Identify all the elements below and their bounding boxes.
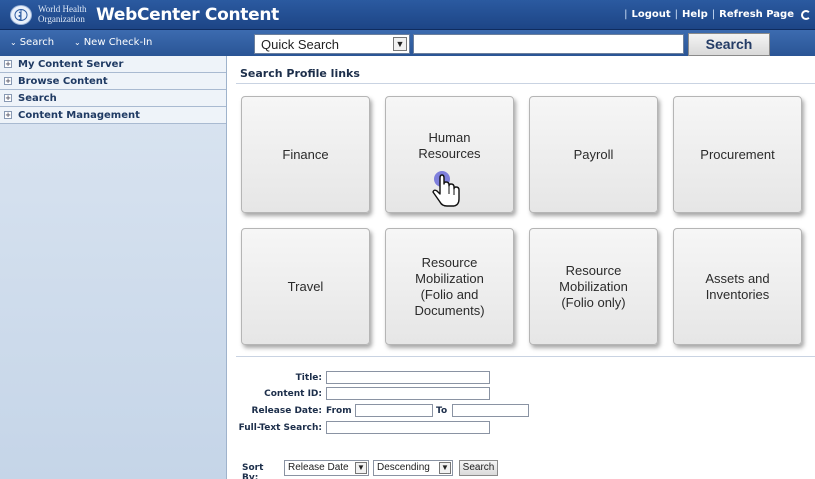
full-text-search-input[interactable] bbox=[326, 421, 490, 434]
form-search-button[interactable]: Search bbox=[459, 460, 498, 476]
title-input[interactable] bbox=[326, 371, 490, 384]
chevron-down-icon: ⌄ bbox=[74, 38, 81, 47]
tile-resource-mobilization-folio-only[interactable]: Resource Mobilization (Folio only) bbox=[529, 228, 658, 345]
search-menu-link[interactable]: ⌄ Search bbox=[10, 37, 54, 48]
sort-field-select[interactable]: Release Date ▼ bbox=[284, 460, 369, 476]
quick-search-select[interactable]: Quick Search ▼ bbox=[254, 34, 410, 54]
sidebar-item-my-content-server[interactable]: + My Content Server bbox=[0, 56, 226, 73]
logout-link[interactable]: Logout bbox=[631, 9, 670, 20]
tile-travel[interactable]: Travel bbox=[241, 228, 370, 345]
app-header: World Health Organization WebCenter Cont… bbox=[0, 0, 815, 30]
from-label: From bbox=[326, 406, 352, 416]
sidebar: + My Content Server + Browse Content + S… bbox=[0, 56, 227, 479]
expand-icon[interactable]: + bbox=[4, 111, 12, 119]
search-profile-heading: Search Profile links bbox=[240, 67, 360, 80]
divider bbox=[236, 83, 815, 84]
release-date-to-input[interactable] bbox=[452, 404, 529, 417]
tile-assets-and-inventories[interactable]: Assets and Inventories bbox=[673, 228, 802, 345]
expand-icon[interactable]: + bbox=[4, 60, 12, 68]
who-logo-icon bbox=[10, 5, 32, 25]
tile-procurement[interactable]: Procurement bbox=[673, 96, 802, 213]
sidebar-item-search[interactable]: + Search bbox=[0, 90, 226, 107]
sidebar-item-content-management[interactable]: + Content Management bbox=[0, 107, 226, 124]
expand-icon[interactable]: + bbox=[4, 77, 12, 85]
title-label: Title: bbox=[295, 373, 322, 383]
sort-order-select[interactable]: Descending ▼ bbox=[373, 460, 453, 476]
content-id-input[interactable] bbox=[326, 387, 490, 400]
app-title: WebCenter Content bbox=[96, 5, 279, 25]
chevron-down-icon: ⌄ bbox=[10, 38, 17, 47]
release-date-from-input[interactable] bbox=[355, 404, 433, 417]
dropdown-arrow-icon[interactable]: ▼ bbox=[439, 462, 451, 474]
refresh-icon[interactable] bbox=[801, 9, 811, 20]
quick-search-input[interactable] bbox=[413, 34, 684, 54]
tile-finance[interactable]: Finance bbox=[241, 96, 370, 213]
refresh-page-link[interactable]: Refresh Page bbox=[719, 9, 794, 20]
top-links: | Logout | Help | Refresh Page bbox=[624, 9, 811, 20]
full-text-search-label: Full-Text Search: bbox=[238, 423, 322, 433]
help-link[interactable]: Help bbox=[682, 9, 708, 20]
new-checkin-menu-link[interactable]: ⌄ New Check-In bbox=[74, 37, 152, 48]
to-label: To bbox=[436, 406, 448, 416]
sort-by-label: Sort By: bbox=[242, 463, 264, 479]
release-date-label: Release Date: bbox=[251, 406, 322, 416]
toolbar: ⌄ Search ⌄ New Check-In Quick Search ▼ Sea… bbox=[0, 30, 815, 56]
org-name: World Health Organization bbox=[38, 4, 87, 24]
sidebar-item-browse-content[interactable]: + Browse Content bbox=[0, 73, 226, 90]
tile-payroll[interactable]: Payroll bbox=[529, 96, 658, 213]
divider bbox=[236, 356, 815, 357]
content-id-label: Content ID: bbox=[264, 389, 322, 399]
hand-pointer-cursor-icon bbox=[432, 171, 460, 207]
dropdown-arrow-icon[interactable]: ▼ bbox=[393, 37, 407, 51]
tile-resource-mobilization-folio-documents[interactable]: Resource Mobilization (Folio and Documen… bbox=[385, 228, 514, 345]
expand-icon[interactable]: + bbox=[4, 94, 12, 102]
dropdown-arrow-icon[interactable]: ▼ bbox=[355, 462, 367, 474]
quick-search-button[interactable]: Search bbox=[688, 33, 770, 56]
